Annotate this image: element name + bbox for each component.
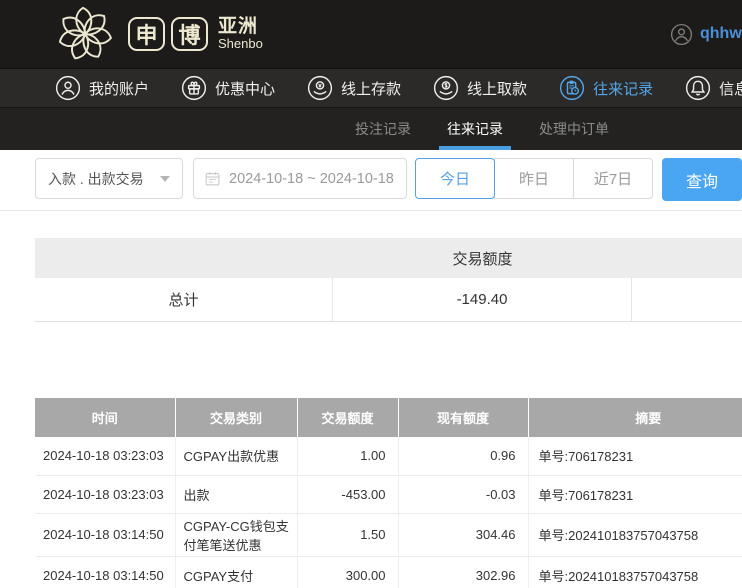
avatar-icon	[670, 23, 693, 46]
cell-balance: -0.03	[398, 475, 528, 513]
cell-category: CGPAY支付	[175, 556, 297, 588]
records-icon	[559, 75, 585, 101]
cell-time: 2024-10-18 03:23:03	[35, 475, 175, 513]
nav-label: 线上取款	[467, 78, 527, 99]
cell-amount: -453.00	[297, 475, 398, 513]
summary-empty-cell	[632, 278, 742, 321]
calendar-icon	[204, 170, 221, 187]
cell-summary: 单号:202410183757043758	[528, 513, 742, 556]
chevron-down-icon	[160, 176, 170, 182]
cell-balance: 302.96	[398, 556, 528, 588]
cell-amount: 300.00	[297, 556, 398, 588]
nav-label: 我的账户	[89, 78, 149, 99]
nav-item-online-withdrawal[interactable]: 线上取款	[433, 75, 527, 101]
table-row: 2024-10-18 03:23:03 CGPAY出款优惠 1.00 0.96 …	[35, 437, 742, 475]
tab-betting-records[interactable]: 投注记录	[347, 108, 419, 150]
tab-label: 投注记录	[355, 119, 411, 139]
cell-summary: 单号:706178231	[528, 437, 742, 475]
logo-region-text: 亚洲	[218, 17, 263, 37]
tab-label: 往来记录	[447, 119, 503, 139]
deposit-icon	[307, 75, 333, 101]
col-header-category: 交易类别	[175, 398, 297, 437]
transactions-table: 时间 交易类别 交易额度 现有额度 摘要 2024-10-18 03:23:03…	[35, 398, 742, 588]
last-7-days-button[interactable]: 近7日	[573, 158, 653, 199]
tab-label: 处理中订单	[539, 119, 609, 139]
cell-summary: 单号:202410183757043758	[528, 556, 742, 588]
date-range-value: 2024-10-18 ~ 2024-10-18	[229, 171, 394, 187]
nav-item-promotions[interactable]: 优惠中心	[181, 75, 275, 101]
username-text: qhhw	[700, 25, 742, 43]
transactions-table-wrapper: 时间 交易类别 交易额度 现有额度 摘要 2024-10-18 03:23:03…	[35, 398, 742, 588]
logo-char-shen: 申	[128, 17, 165, 51]
transaction-records-page: 申 博 亚洲 Shenbo qhhw 我的账户	[0, 0, 742, 588]
summary-total-label: 总计	[35, 278, 333, 321]
table-header-row: 时间 交易类别 交易额度 现有额度 摘要	[35, 398, 742, 437]
cell-amount: 1.00	[297, 437, 398, 475]
nav-item-my-account[interactable]: 我的账户	[55, 75, 149, 101]
table-row: 2024-10-18 03:14:50 CGPAY支付 300.00 302.9…	[35, 556, 742, 588]
filter-bar: 入款 . 出款交易 2024-10-18 ~ 2024-10-18 今日 昨日 …	[0, 150, 742, 211]
col-header-balance: 现有额度	[398, 398, 528, 437]
cell-balance: 0.96	[398, 437, 528, 475]
cell-amount: 1.50	[297, 513, 398, 556]
nav-label: 线上存款	[341, 78, 401, 99]
nav-item-online-deposit[interactable]: 线上存款	[307, 75, 401, 101]
table-row: 2024-10-18 03:23:03 出款 -453.00 -0.03 单号:…	[35, 475, 742, 513]
search-button[interactable]: 查询	[662, 158, 742, 201]
today-button[interactable]: 今日	[415, 158, 495, 199]
col-header-summary: 摘要	[528, 398, 742, 437]
cell-summary: 单号:706178231	[528, 475, 742, 513]
logo-char-bo: 博	[171, 17, 208, 51]
col-header-amount: 交易额度	[297, 398, 398, 437]
date-range-picker[interactable]: 2024-10-18 ~ 2024-10-18	[193, 158, 407, 199]
summary-total-value: -149.40	[333, 278, 632, 321]
withdraw-icon	[433, 75, 459, 101]
cell-balance: 304.46	[398, 513, 528, 556]
cell-category: CGPAY出款优惠	[175, 437, 297, 475]
flower-logo-icon	[52, 3, 118, 65]
transaction-type-value: 入款 . 出款交易	[48, 169, 144, 189]
cell-time: 2024-10-18 03:23:03	[35, 437, 175, 475]
nav-label: 往来记录	[593, 78, 653, 99]
nav-label: 信息	[719, 78, 742, 99]
cell-time: 2024-10-18 03:14:50	[35, 513, 175, 556]
main-navigation: 我的账户 优惠中心 线上存款	[0, 68, 742, 108]
table-row: 2024-10-18 03:14:50 CGPAY-CG钱包支付笔笔送优惠 1.…	[35, 513, 742, 556]
nav-label: 优惠中心	[215, 78, 275, 99]
sub-navigation: 投注记录 往来记录 处理中订单	[0, 108, 742, 150]
tab-transaction-records[interactable]: 往来记录	[439, 108, 511, 150]
transaction-type-select[interactable]: 入款 . 出款交易	[35, 158, 183, 199]
gift-icon	[181, 75, 207, 101]
cell-time: 2024-10-18 03:14:50	[35, 556, 175, 588]
cell-category: 出款	[175, 475, 297, 513]
top-header: 申 博 亚洲 Shenbo qhhw	[0, 0, 742, 68]
user-account-link[interactable]: qhhw	[670, 0, 742, 68]
cell-category: CGPAY-CG钱包支付笔笔送优惠	[175, 513, 297, 556]
tab-processing-orders[interactable]: 处理中订单	[531, 108, 617, 150]
yesterday-button[interactable]: 昨日	[494, 158, 574, 199]
summary-header-row: 交易额度	[35, 238, 742, 278]
brand-logo[interactable]: 申 博 亚洲 Shenbo	[52, 3, 263, 65]
nav-item-messages[interactable]: 信息	[685, 75, 742, 101]
bell-icon	[685, 75, 711, 101]
user-icon	[55, 75, 81, 101]
summary-amount-header: 交易额度	[333, 248, 632, 269]
logo-brand-text: Shenbo	[218, 37, 263, 51]
summary-total-row: 总计 -149.40	[35, 278, 742, 322]
summary-table: 交易额度 总计 -149.40	[35, 238, 742, 322]
col-header-time: 时间	[35, 398, 175, 437]
nav-item-transaction-records[interactable]: 往来记录	[559, 75, 653, 101]
quick-date-button-group: 今日 昨日 近7日	[415, 158, 653, 199]
